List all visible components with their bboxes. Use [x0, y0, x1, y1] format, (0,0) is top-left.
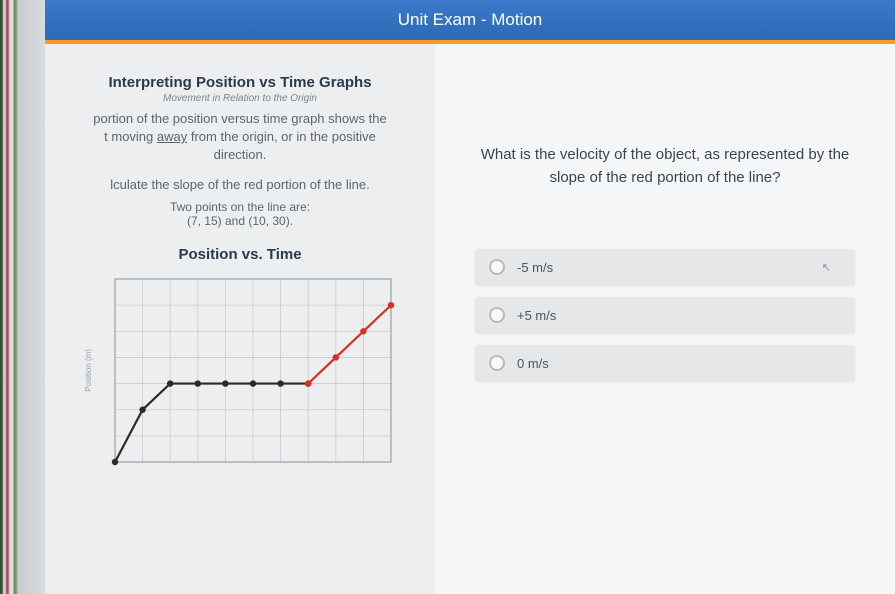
position-time-chart	[97, 273, 397, 468]
explanation-panel: Interpreting Position vs Time Graphs Mov…	[45, 44, 435, 594]
radio-icon	[489, 355, 505, 371]
option-3[interactable]: 0 m/s	[475, 345, 855, 381]
description: portion of the position versus time grap…	[65, 110, 415, 165]
desc-line2b: from the origin, or in the positive	[187, 129, 376, 144]
cursor-icon: ↖	[822, 261, 841, 274]
option-label: -5 m/s	[517, 260, 553, 275]
points-value: (7, 15) and (10, 30).	[65, 214, 415, 228]
question-panel: What is the velocity of the object, as r…	[435, 44, 895, 594]
subheading: Movement in Relation to the Origin	[65, 93, 415, 104]
option-2[interactable]: +5 m/s	[475, 297, 855, 333]
page-title: Unit Exam - Motion	[45, 0, 895, 44]
radio-icon	[489, 259, 505, 275]
main-area: Unit Exam - Motion Interpreting Position…	[45, 0, 895, 594]
option-label: 0 m/s	[517, 356, 549, 371]
calc-instruction: lculate the slope of the red portion of …	[65, 177, 415, 192]
binder-edge	[0, 0, 45, 594]
chart-ylabel: Position (m)	[84, 349, 93, 392]
answer-options: -5 m/s ↖ +5 m/s 0 m/s	[465, 249, 865, 381]
chart-holder: Position (m)	[65, 273, 415, 468]
chart-title: Position vs. Time	[65, 246, 415, 263]
desc-underline: away	[157, 129, 187, 144]
question-text: What is the velocity of the object, as r…	[465, 144, 865, 189]
desc-line2a: t moving	[104, 129, 157, 144]
points-label: Two points on the line are:	[65, 200, 415, 214]
option-label: +5 m/s	[517, 308, 556, 323]
option-1[interactable]: -5 m/s ↖	[475, 249, 855, 285]
desc-line3: direction.	[214, 147, 267, 162]
desc-line1: portion of the position versus time grap…	[93, 111, 386, 126]
heading: Interpreting Position vs Time Graphs	[65, 74, 415, 91]
content: Interpreting Position vs Time Graphs Mov…	[45, 44, 895, 594]
radio-icon	[489, 307, 505, 323]
